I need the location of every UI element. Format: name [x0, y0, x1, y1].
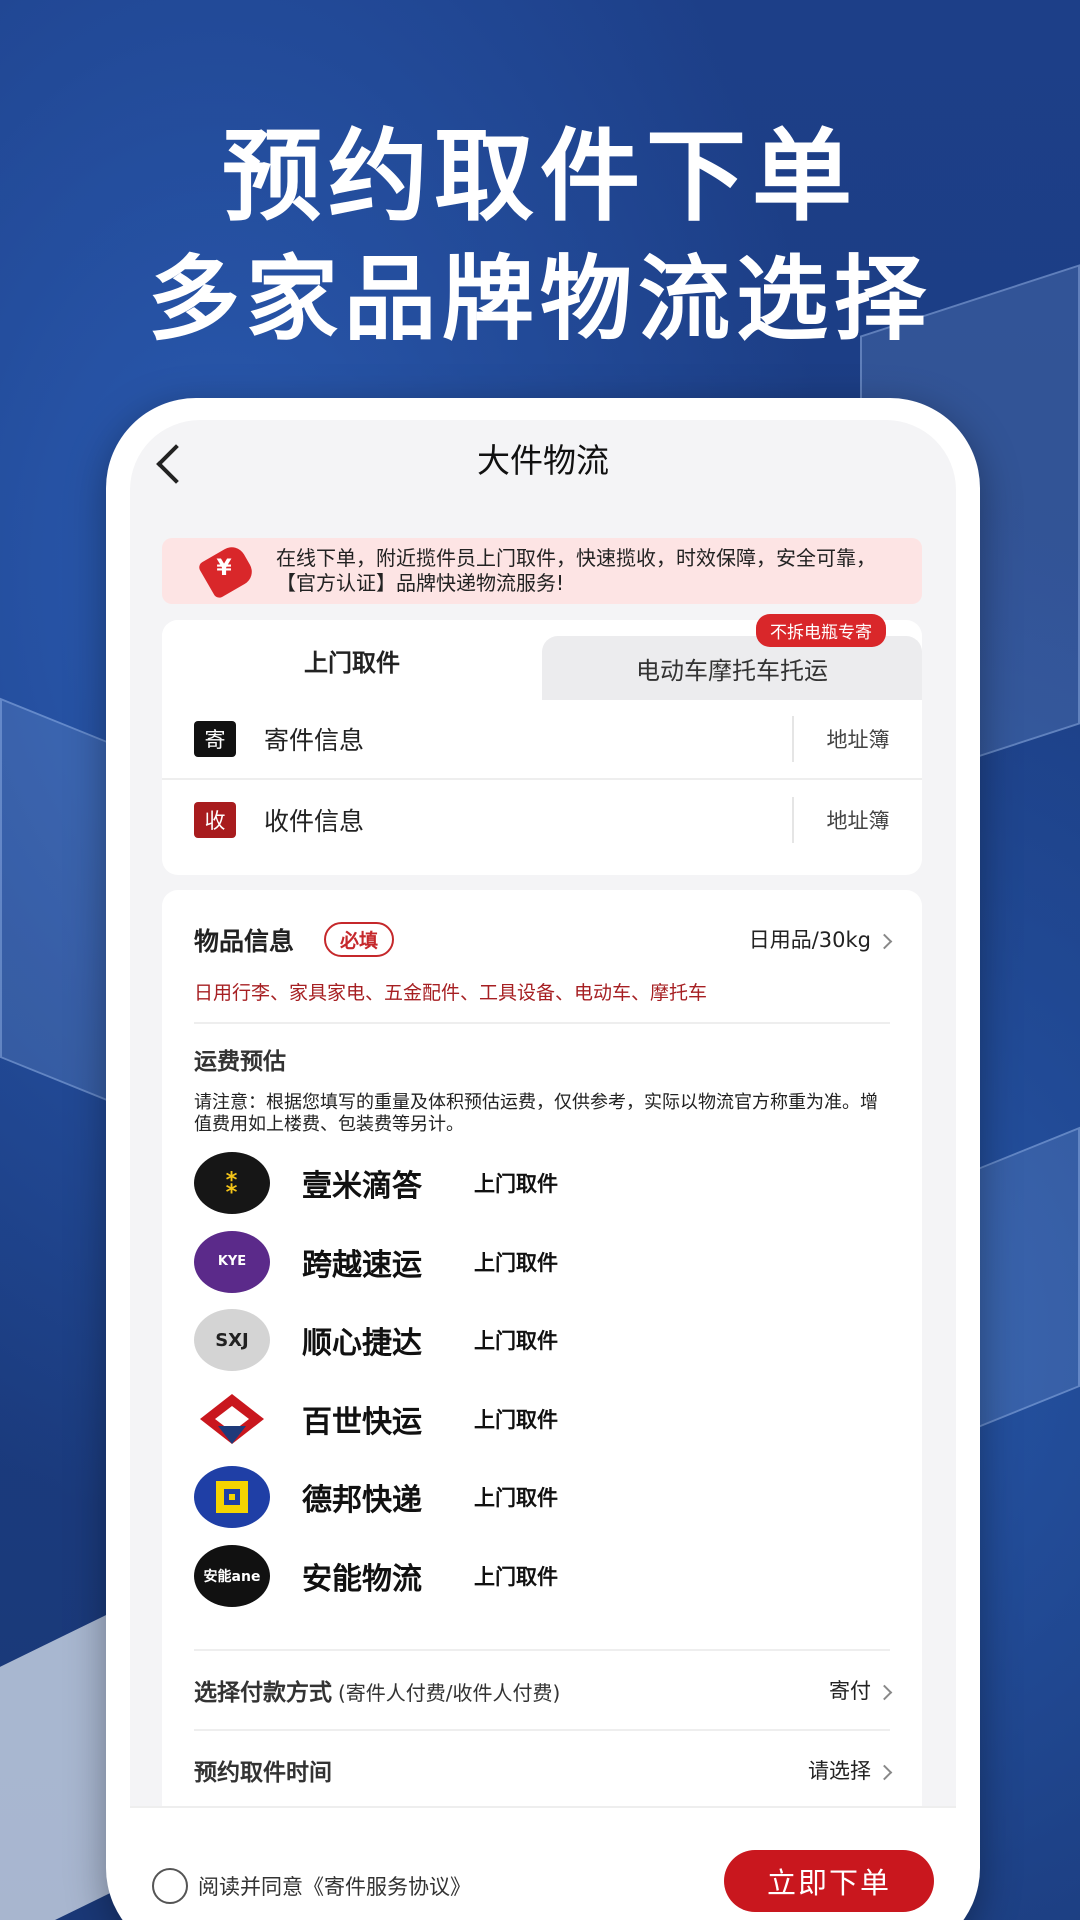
paper-decoration: [0, 1613, 110, 1920]
divider: [194, 1022, 890, 1024]
carrier-tag: 上门取件: [474, 1329, 558, 1354]
pickup-time-value: 请选择: [808, 1755, 893, 1785]
fee-title: 运费预估: [194, 1049, 286, 1075]
receiver-label: 收件信息: [264, 807, 365, 836]
sender-label: 寄件信息: [264, 726, 365, 755]
carrier-item[interactable]: 德邦快递 上门取件: [194, 1458, 890, 1537]
chevron-right-icon: [876, 1764, 893, 1780]
tab-bar: 上门取件 电动车摩托车托运 不拆电瓶专寄: [162, 614, 922, 700]
carrier-tag: 上门取件: [474, 1250, 558, 1275]
app-screen: 大件物流 在线下单，附近揽件员上门取件，快速揽收，时效保障，安全可靠，【官方认证…: [130, 420, 956, 1920]
address-card: 上门取件 电动车摩托车托运 不拆电瓶专寄 寄 寄件信息 地址簿 收 收件信息 地…: [162, 614, 922, 875]
payment-value: 寄付: [829, 1675, 893, 1705]
sender-row[interactable]: 寄 寄件信息 地址簿: [162, 700, 922, 780]
bottom-action-bar: 阅读并同意《寄件服务协议》 立即下单: [130, 1806, 956, 1920]
pickup-time-value-text: 请选择: [808, 1759, 871, 1783]
payment-hint: (寄件人付费/收件人付费): [338, 1681, 561, 1705]
notice-text: 在线下单，附近揽件员上门取件，快速揽收，时效保障，安全可靠，【官方认证】品牌快递…: [276, 546, 876, 595]
carrier-name: 百世快运: [302, 1404, 422, 1440]
pickup-time-label: 预约取件时间: [194, 1760, 332, 1786]
info-card: 物品信息 必填 日用品/30kg 日用行李、家具家电、五金配件、工具设备、电动车…: [162, 890, 922, 1920]
kye-logo-icon: KYE: [194, 1230, 270, 1293]
price-tag-icon: [197, 542, 257, 600]
carrier-item[interactable]: 安能ane 安能物流 上门取件: [194, 1537, 890, 1616]
pickup-time-row[interactable]: 预约取件时间 请选择: [194, 1729, 893, 1809]
carrier-tag: 上门取件: [474, 1564, 558, 1589]
goods-tags: 日用行李、家具家电、五金配件、工具设备、电动车、摩托车: [194, 982, 708, 1004]
phone-frame: 大件物流 在线下单，附近揽件员上门取件，快速揽收，时效保障，安全可靠，【官方认证…: [106, 398, 980, 1920]
goods-value-text: 日用品/30kg: [748, 928, 871, 952]
receiver-icon: 收: [194, 802, 236, 838]
sxj-logo-icon: SXJ: [194, 1309, 270, 1372]
sender-icon: 寄: [194, 721, 236, 757]
payment-value-text: 寄付: [829, 1679, 871, 1703]
goods-row[interactable]: 物品信息 必填 日用品/30kg: [194, 890, 893, 978]
goods-value: 日用品/30kg: [748, 924, 893, 954]
nav-bar: 大件物流: [130, 420, 956, 510]
carrier-tag: 上门取件: [474, 1172, 558, 1197]
yimi-logo-icon: ⁑: [194, 1152, 270, 1215]
carrier-item[interactable]: 百世快运 上门取件: [194, 1380, 890, 1459]
headline-line2: 多家品牌物流选择: [147, 246, 932, 353]
carrier-list: ⁑ 壹米滴答 上门取件 KYE 跨越速运 上门取件 SXJ 顺心捷达 上门取件: [194, 1144, 890, 1615]
payment-label: 选择付款方式 (寄件人付费/收件人付费): [194, 1673, 560, 1707]
carrier-item[interactable]: KYE 跨越速运 上门取件: [194, 1223, 890, 1302]
ane-logo-icon: 安能ane: [194, 1544, 270, 1607]
headline-line1: 预约取件下单: [222, 118, 858, 235]
chevron-right-icon: [876, 1684, 893, 1700]
agree-checkbox[interactable]: [152, 1868, 188, 1904]
chevron-right-icon: [876, 933, 893, 949]
carrier-name: 壹米滴答: [302, 1169, 422, 1205]
carrier-name: 顺心捷达: [302, 1326, 422, 1362]
carrier-item[interactable]: ⁑ 壹米滴答 上门取件: [194, 1144, 890, 1223]
carrier-tag: 上门取件: [474, 1486, 558, 1511]
page-title: 大件物流: [477, 441, 609, 480]
notice-banner: 在线下单，附近揽件员上门取件，快速揽收，时效保障，安全可靠，【官方认证】品牌快递…: [162, 538, 922, 604]
tab-badge: 不拆电瓶专寄: [756, 614, 886, 647]
payment-label-text: 选择付款方式: [194, 1680, 332, 1706]
deppon-logo-icon: [194, 1466, 270, 1529]
carrier-name: 德邦快递: [302, 1483, 422, 1519]
sender-address-book-button[interactable]: 地址簿: [792, 716, 922, 762]
agreement[interactable]: 阅读并同意《寄件服务协议》: [152, 1868, 471, 1904]
receiver-address-book-button[interactable]: 地址簿: [792, 797, 922, 843]
receiver-row[interactable]: 收 收件信息 地址簿: [162, 780, 922, 860]
carrier-name: 跨越速运: [302, 1247, 422, 1283]
required-badge: 必填: [324, 922, 395, 957]
agreement-text[interactable]: 阅读并同意《寄件服务协议》: [198, 1871, 471, 1901]
fee-note: 请注意：根据您填写的重量及体积预估运费，仅供参考，实际以物流官方称重为准。增值费…: [194, 1092, 878, 1135]
goods-title: 物品信息: [194, 927, 295, 956]
truck-decoration-left: [0, 697, 110, 1103]
carrier-tag: 上门取件: [474, 1407, 558, 1432]
submit-order-button[interactable]: 立即下单: [724, 1850, 934, 1912]
payment-method-row[interactable]: 选择付款方式 (寄件人付费/收件人付费) 寄付: [194, 1649, 893, 1729]
box-decoration: [965, 1126, 1080, 1434]
carrier-name: 安能物流: [302, 1561, 422, 1597]
tab-pickup[interactable]: 上门取件: [162, 620, 542, 700]
carrier-item[interactable]: SXJ 顺心捷达 上门取件: [194, 1301, 890, 1380]
best-express-logo-icon: [194, 1387, 270, 1450]
